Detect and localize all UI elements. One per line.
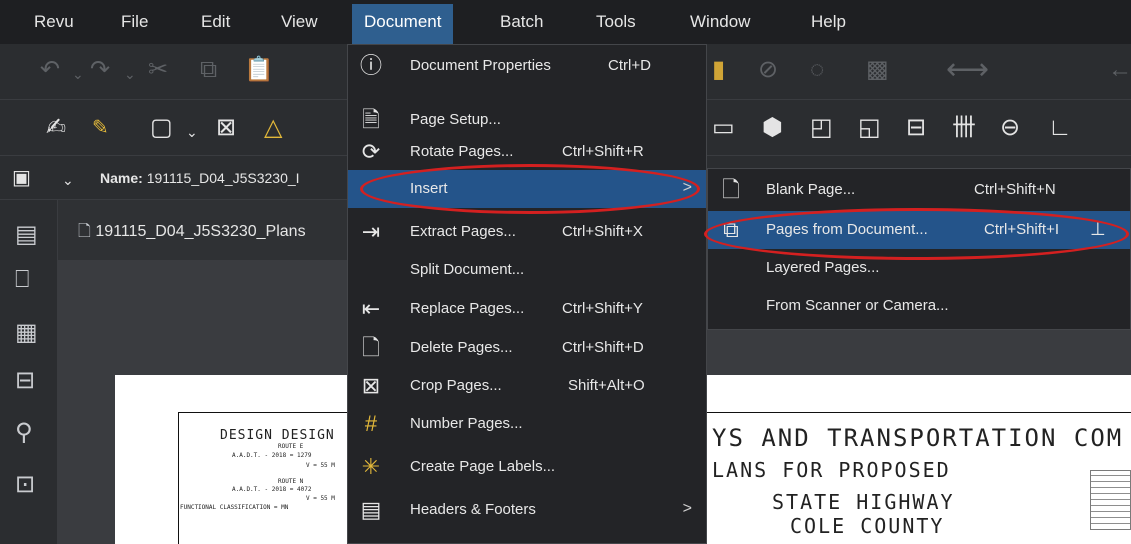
cut-icon[interactable]: ✂ [148,58,168,82]
undo-dropdown-icon[interactable]: ⌄ [72,62,84,86]
menu-tools[interactable]: Tools [596,12,636,32]
submenu-item-blank-page[interactable]: 🗋 Blank Page... Ctrl+Shift+N [708,171,1130,209]
menu-item-split-document[interactable]: Split Document... [348,251,706,289]
headers-footers-icon: ▤ [360,497,382,522]
document-name: Name: 191115_D04_J5S3230_I [100,170,300,186]
diameter-icon[interactable]: ⊖ [1000,116,1020,140]
length-icon[interactable]: ⊟ [906,116,926,140]
bookmarks-icon[interactable]: ⎕ [15,266,29,294]
revu-window: Revu File Edit View Document Batch Tools… [0,0,1131,544]
county-map-icon [1090,470,1131,530]
spaces-icon[interactable]: ⊡ [15,470,35,499]
design-designation: DESIGN DESIGN [220,428,335,443]
menu-revu[interactable]: Revu [34,12,74,32]
speed-n: V = 55 M [306,495,335,502]
menu-help[interactable]: Help [811,12,846,32]
file-icon: 🗋 [78,223,91,240]
menu-item-crop-pages[interactable]: ⊠ Crop Pages... Shift+Alt+O [348,367,706,405]
name-dropdown-icon[interactable]: ⌄ [62,168,74,192]
functional-class: FUNCTIONAL CLASSIFICATION = MN [180,504,289,511]
menu-item-document-properties[interactable]: ⓘ Document Properties Ctrl+D [348,47,706,85]
warning-icon[interactable]: △ [264,116,282,140]
menu-document[interactable]: Document [352,4,454,44]
redo-dropdown-icon[interactable]: ⌄ [124,62,136,86]
angle-icon[interactable]: ∟ [1048,116,1072,140]
title-line-1: YS AND TRANSPORTATION COM [712,424,1124,452]
menu-view[interactable]: View [281,12,318,32]
page-setup-icon: 🗎 [362,107,380,132]
speed-e: V = 55 M [306,462,335,469]
file-tab-label: 191115_D04_J5S3230_Plans [95,223,306,240]
title-line-3: STATE HIGHWAY [772,490,955,514]
menu-item-extract-pages[interactable]: ⇥ Extract Pages... Ctrl+Shift+X [348,213,706,251]
rect-tool-icon[interactable]: ▭ [712,116,735,140]
signature-icon[interactable]: ✍ [46,116,66,140]
menu-edit[interactable]: Edit [201,12,230,32]
menu-item-headers-footers[interactable]: ▤ Headers & Footers > [348,491,706,529]
file-tab[interactable]: 🗋 191115_D04_J5S3230_Plans [78,220,306,247]
route-n: ROUTE N [278,478,304,485]
aadt-n: A.A.D.T. - 2018 = 4072 [232,486,312,493]
sign-icon[interactable]: ✎ [92,116,109,140]
title-line-2: LANS FOR PROPOSED [712,458,951,482]
crop-tool-icon[interactable]: ⊠ [216,116,236,140]
blank-page-icon: 🗋 [722,177,740,202]
menu-file[interactable]: File [121,12,148,32]
hatch-icon[interactable]: ▩ [866,58,889,82]
line-style-icon[interactable]: ◌ [810,58,824,82]
highlight-icon[interactable]: ▮ [712,58,725,82]
menu-window[interactable]: Window [690,12,750,32]
number-pages-icon: # [364,411,378,436]
delete-pages-icon: 🗋 [362,335,380,360]
document-menu: ⓘ Document Properties Ctrl+D 🗎 Page Setu… [347,44,707,544]
arrow-left-icon[interactable]: ← [1108,58,1131,82]
copy-icon[interactable]: ⧉ [200,58,217,82]
submenu-arrow-icon: > [682,500,692,517]
info-icon: ⓘ [359,53,382,78]
replace-pages-icon: ⇤ [361,296,381,321]
menu-item-number-pages[interactable]: # Number Pages... [348,405,706,443]
redo-icon[interactable]: ↷ [90,58,110,82]
area-icon[interactable]: ◰ [810,116,833,140]
left-panel-rail: ▤ ⎕ ▦ ⊟ ⚲ ⊡ [0,200,58,544]
name-value: 191115_D04_J5S3230_I [146,170,300,186]
menu-item-create-page-labels[interactable]: ✳ Create Page Labels... [348,448,706,486]
menu-item-delete-pages[interactable]: 🗋 Delete Pages... Ctrl+Shift+D [348,329,706,367]
aadt-e: A.A.D.T. - 2018 = 1279 [232,452,312,459]
line-arrow-icon[interactable]: ⟷ [946,55,989,85]
paste-icon[interactable]: 📋 [244,58,274,82]
crop-icon: ⊠ [361,373,381,398]
menu-item-replace-pages[interactable]: ⇤ Replace Pages... Ctrl+Shift+Y [348,290,706,328]
document-icon[interactable]: ▣ [12,166,31,190]
extract-pages-icon: ⇥ [361,219,381,244]
polygon-area-icon[interactable]: ◱ [858,116,881,140]
fill-color-icon[interactable]: ⊘ [758,58,778,82]
toolchest-icon[interactable]: ⊟ [15,366,35,395]
new-page-icon[interactable]: ▢ [150,116,173,140]
3d-box-icon[interactable]: ⬢ [762,116,783,140]
places-icon[interactable]: ⚲ [15,418,33,447]
annotation-ellipse-pages-from-document [704,208,1129,260]
undo-icon[interactable]: ↶ [40,58,60,82]
menu-bar: Revu File Edit View Document Batch Tools… [0,0,1131,44]
submenu-item-from-scanner[interactable]: From Scanner or Camera... [708,287,1130,325]
rotate-pages-icon: ⟳ [361,139,381,164]
menu-batch[interactable]: Batch [500,12,543,32]
title-line-4: COLE COUNTY [790,514,945,538]
page-dropdown-icon[interactable]: ⌄ [186,120,198,144]
annotation-ellipse-insert [360,164,700,214]
route-e: ROUTE E [278,443,304,450]
page-labels-icon: ✳ [361,454,381,479]
thumbnails-icon[interactable]: ▤ [15,220,38,249]
count-icon[interactable]: 卌 [952,116,976,140]
grid-icon[interactable]: ▦ [15,318,38,347]
name-label: Name: [100,170,143,186]
